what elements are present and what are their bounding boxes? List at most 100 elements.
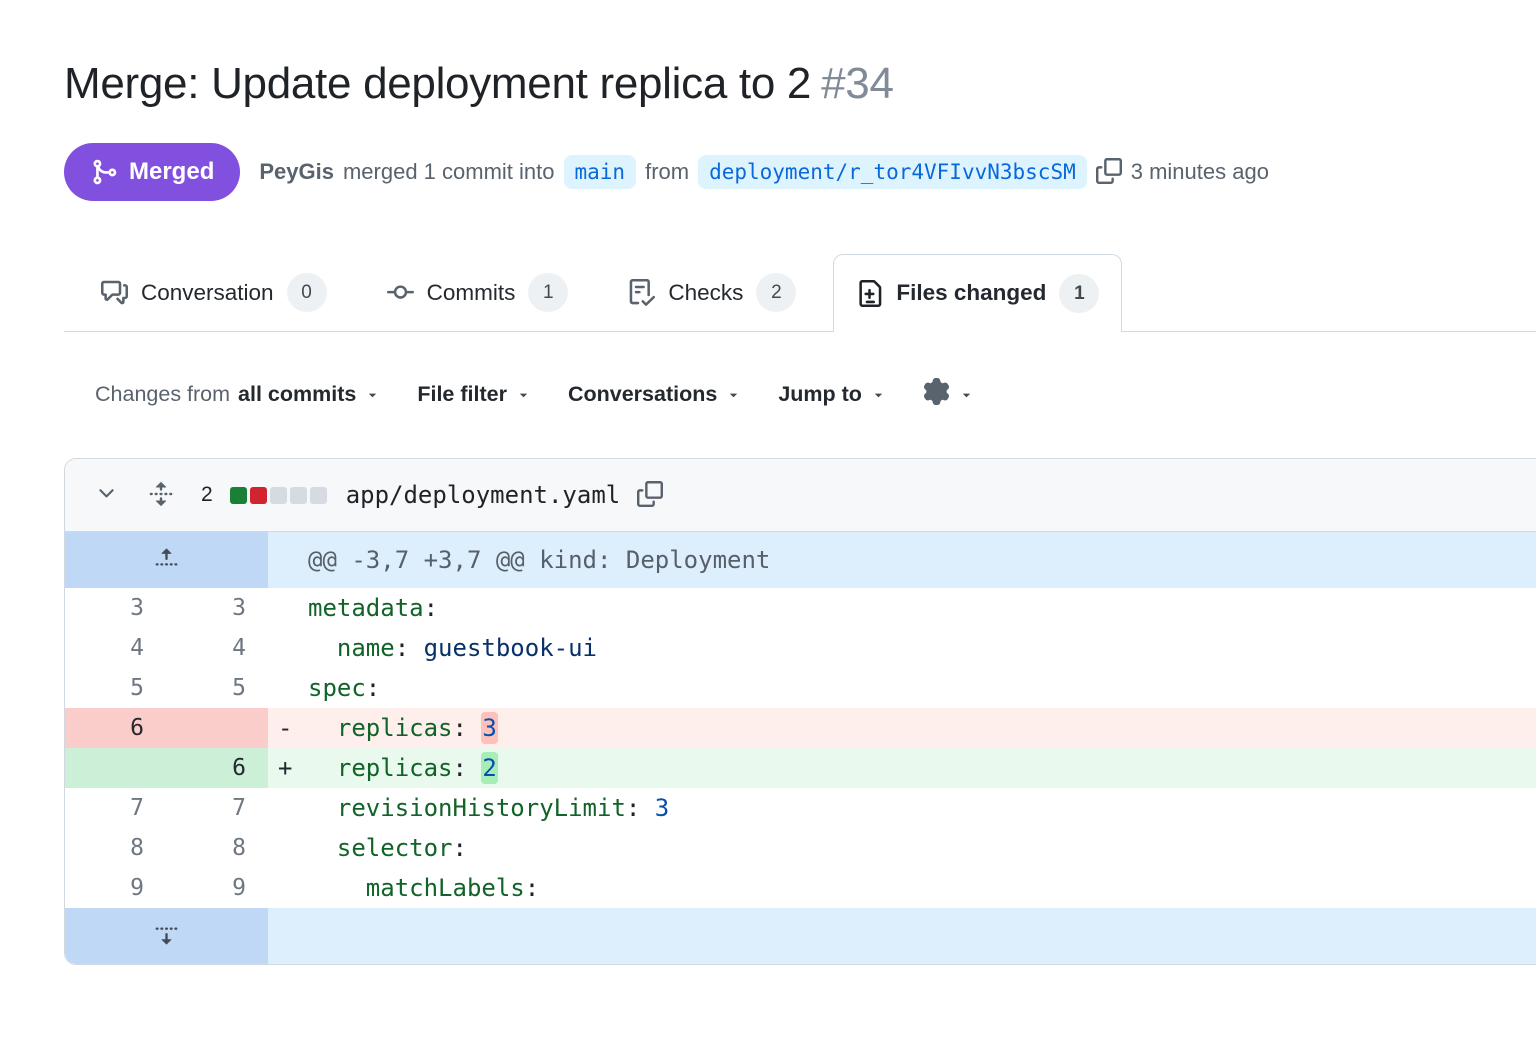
code-token (467, 754, 481, 782)
code-token: : (525, 874, 539, 902)
code-line: metadata: (268, 588, 1536, 628)
triangle-down-icon (959, 387, 974, 402)
tab-checks[interactable]: Checks 2 (605, 253, 819, 331)
diff-row-deletion: 6 - replicas: 3 (65, 708, 1536, 748)
file-filter-label: File filter (417, 382, 507, 407)
tab-conversation[interactable]: Conversation 0 (78, 253, 350, 331)
git-commit-icon (387, 279, 414, 306)
author-link[interactable]: PeyGis (259, 159, 334, 185)
code-token: : (424, 594, 438, 622)
jump-to-label: Jump to (778, 382, 862, 407)
tab-files-changed[interactable]: Files changed 1 (833, 254, 1122, 332)
expand-down-button[interactable] (150, 918, 183, 954)
code-token: metadata (308, 594, 424, 622)
code-token: spec (308, 674, 366, 702)
expand-up-button[interactable] (150, 542, 183, 578)
tab-label: Commits (427, 280, 516, 306)
head-branch-chip[interactable]: deployment/r_tor4VFIvvN3bscSM (698, 155, 1087, 189)
diff-settings-dropdown[interactable] (923, 378, 974, 411)
page-title: Merge: Update deployment replica to 2#34 (64, 56, 1536, 112)
tab-counter: 1 (528, 273, 568, 312)
diff-row-hunk: @@ -3,7 +3,7 @@ kind: Deployment (65, 532, 1536, 588)
code-token (308, 714, 337, 742)
code-line: spec: (268, 668, 1536, 708)
old-line-number[interactable]: 5 (65, 668, 166, 708)
conversations-dropdown[interactable]: Conversations (568, 382, 741, 407)
new-line-number[interactable]: 5 (166, 668, 268, 708)
new-line-number[interactable]: 8 (166, 828, 268, 868)
new-line-number[interactable]: 7 (166, 788, 268, 828)
code-token: 2 (481, 752, 497, 784)
triangle-down-icon (365, 387, 380, 402)
chevron-down-icon (95, 482, 118, 508)
old-line-number[interactable]: 3 (65, 588, 166, 628)
code-line: revisionHistoryLimit: 3 (268, 788, 1536, 828)
diff-table: @@ -3,7 +3,7 @@ kind: Deployment33metada… (65, 532, 1536, 964)
new-line-number[interactable]: 4 (166, 628, 268, 668)
diff-row-context: 99 matchLabels: (65, 868, 1536, 908)
jump-to-dropdown[interactable]: Jump to (778, 382, 886, 407)
copy-icon (637, 481, 663, 510)
collapse-file-button[interactable] (95, 482, 118, 508)
changes-from-dropdown[interactable]: all commits (238, 382, 380, 407)
code-token: : (626, 794, 640, 822)
code-token: replicas (337, 754, 453, 782)
new-line-number[interactable] (166, 708, 268, 748)
code-token (467, 714, 481, 742)
diff-row-context: 77 revisionHistoryLimit: 3 (65, 788, 1536, 828)
diff-file-header: 2 app/deployment.yaml (65, 459, 1536, 532)
diff-row-addition: 6+ replicas: 2 (65, 748, 1536, 788)
code-token: : (366, 674, 380, 702)
file-diff-icon (856, 280, 883, 307)
merged-status-badge: Merged (64, 143, 240, 201)
old-line-number[interactable] (65, 748, 166, 788)
changes-from-label: Changes from (95, 382, 230, 407)
hunk-gutter (65, 532, 268, 588)
expander-filler (268, 908, 1536, 964)
tab-counter: 1 (1059, 274, 1099, 313)
pr-meta-row: Merged PeyGis merged 1 commit into main … (64, 143, 1536, 201)
old-line-number[interactable]: 6 (65, 708, 166, 748)
code-token: : (395, 634, 409, 662)
code-token: 3 (655, 794, 669, 822)
triangle-down-icon (871, 387, 886, 402)
old-line-number[interactable]: 4 (65, 628, 166, 668)
diff-row-context: 55spec: (65, 668, 1536, 708)
pr-byline: PeyGis merged 1 commit into main from de… (259, 155, 1269, 189)
old-line-number[interactable]: 9 (65, 868, 166, 908)
pull-request-page: Merge: Update deployment replica to 2#34… (0, 56, 1536, 201)
diff-sign: - (278, 708, 308, 748)
diffstat-neutral-square (310, 487, 327, 504)
checklist-icon (628, 279, 655, 306)
code-line: - replicas: 3 (268, 708, 1536, 748)
diff-file-card: 2 app/deployment.yaml @@ -3,7 +3,7 @@ ki… (64, 458, 1536, 965)
code-token (409, 634, 423, 662)
code-token: : (453, 754, 467, 782)
old-line-number[interactable]: 8 (65, 828, 166, 868)
changes-from-value: all commits (238, 382, 356, 407)
fold-up-icon (154, 546, 179, 574)
diff-row-expander (65, 908, 1536, 964)
base-branch-chip[interactable]: main (564, 155, 637, 189)
new-line-number[interactable]: 6 (166, 748, 268, 788)
code-token: name (337, 634, 395, 662)
tab-label: Files changed (896, 280, 1046, 306)
copy-file-path-button[interactable] (637, 481, 663, 510)
pr-number: #34 (821, 59, 894, 108)
code-token: : (453, 714, 467, 742)
code-token (308, 794, 337, 822)
tab-commits[interactable]: Commits 1 (364, 253, 592, 331)
tab-counter: 0 (287, 273, 327, 312)
pr-title-text: Merge: Update deployment replica to 2 (64, 59, 811, 108)
code-token (640, 794, 654, 822)
old-line-number[interactable]: 7 (65, 788, 166, 828)
file-filter-dropdown[interactable]: File filter (417, 382, 531, 407)
new-line-number[interactable]: 9 (166, 868, 268, 908)
copy-branch-button[interactable] (1096, 158, 1122, 187)
new-line-number[interactable]: 3 (166, 588, 268, 628)
expand-all-button[interactable] (148, 481, 174, 510)
pr-tabs: Conversation 0 Commits 1 Checks 2 Files … (64, 253, 1536, 332)
diffstat-removed-square (250, 487, 267, 504)
diff-sign: + (278, 748, 308, 788)
diffstat-neutral-square (290, 487, 307, 504)
